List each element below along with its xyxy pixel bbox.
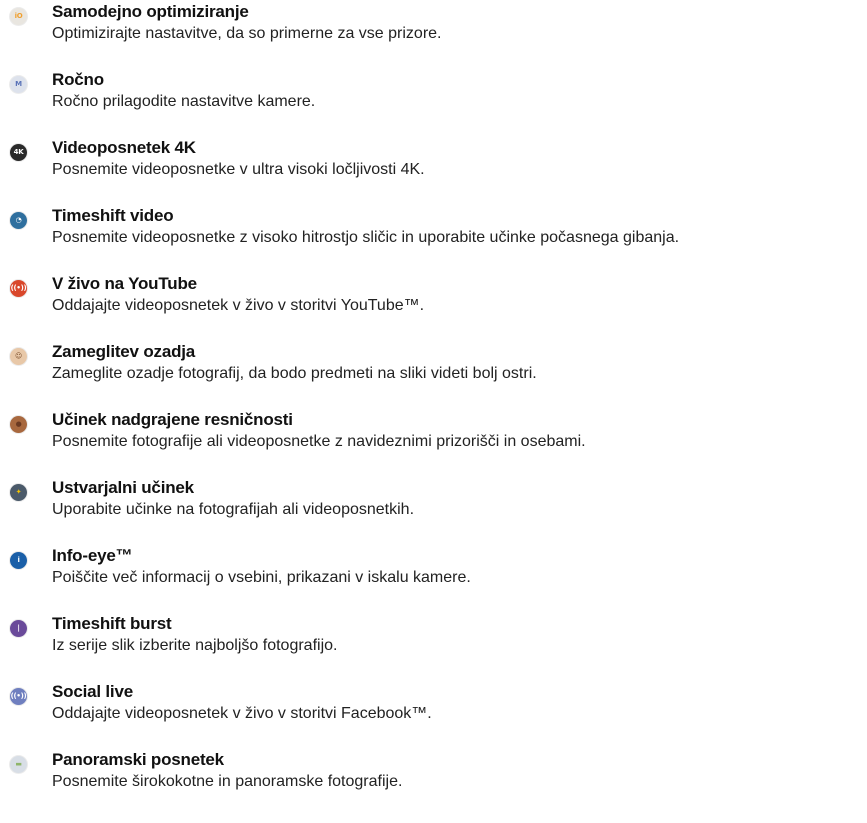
mode-description: Uporabite učinke na fotografijah ali vid… [52,501,415,518]
ar-effect-icon: ● [10,416,27,433]
mode-description: Posnemite videoposnetke z visoko hitrost… [52,229,680,246]
mode-title: Info-eye™ [52,546,133,565]
youtube-live-icon: ((•)) [10,280,27,297]
mode-title: Timeshift video [52,206,174,225]
mode-description: Poiščite več informacij o vsebini, prika… [52,569,471,586]
mode-item-info-eye: i Info-eye™ Poiščite več informacij o vs… [0,544,867,604]
mode-title: Videoposnetek 4K [52,138,196,157]
mode-title: Ročno [52,70,104,89]
mode-title: Učinek nadgrajene resničnosti [52,410,293,429]
mode-item-background-defocus: ☺ Zameglitev ozadja Zameglite ozadje fot… [0,340,867,400]
mode-item-timeshift-burst: | Timeshift burst Iz serije slik izberit… [0,612,867,672]
auto-optimize-icon: iO [10,8,27,25]
mode-description: Posnemite videoposnetke v ultra visoki l… [52,161,425,178]
mode-item-youtube-live: ((•)) V živo na YouTube Oddajajte videop… [0,272,867,332]
mode-item-timeshift-video: ◔ Timeshift video Posnemite videoposnetk… [0,204,867,264]
creative-effect-icon: ✦ [10,484,27,501]
info-eye-icon: i [10,552,27,569]
mode-title: Timeshift burst [52,614,172,633]
social-live-icon: ((•)) [10,688,27,705]
mode-description: Posnemite fotografije ali videoposnetke … [52,433,586,450]
mode-title: Social live [52,682,133,701]
mode-title: Panoramski posnetek [52,750,224,769]
mode-item-auto-optimize: iO Samodejno optimiziranje Optimizirajte… [0,0,867,60]
timeshift-video-icon: ◔ [10,212,27,229]
mode-description: Zameglite ozadje fotografij, da bodo pre… [52,365,537,382]
mode-item-social-live: ((•)) Social live Oddajajte videoposnete… [0,680,867,740]
video-4k-icon: 4K [10,144,27,161]
mode-description: Oddajajte videoposnetek v živo v storitv… [52,297,425,314]
panorama-icon: ▬ [10,756,27,773]
mode-description: Iz serije slik izberite najboljšo fotogr… [52,637,338,654]
mode-item-panorama: ▬ Panoramski posnetek Posnemite širokoko… [0,748,867,808]
mode-item-manual: M Ročno Ročno prilagodite nastavitve kam… [0,68,867,128]
mode-title: Samodejno optimiziranje [52,2,249,21]
background-defocus-icon: ☺ [10,348,27,365]
mode-item-video-4k: 4K Videoposnetek 4K Posnemite videoposne… [0,136,867,196]
mode-item-creative-effect: ✦ Ustvarjalni učinek Uporabite učinke na… [0,476,867,536]
mode-description: Optimizirajte nastavitve, da so primerne… [52,25,442,42]
manual-mode-icon: M [10,76,27,93]
mode-description: Posnemite širokokotne in panoramske foto… [52,773,403,790]
mode-title: Ustvarjalni učinek [52,478,194,497]
mode-description: Oddajajte videoposnetek v živo v storitv… [52,705,432,722]
mode-title: V živo na YouTube [52,274,197,293]
mode-title: Zameglitev ozadja [52,342,196,361]
mode-description: Ročno prilagodite nastavitve kamere. [52,93,316,110]
mode-item-ar-effect: ● Učinek nadgrajene resničnosti Posnemit… [0,408,867,468]
timeshift-burst-icon: | [10,620,27,637]
